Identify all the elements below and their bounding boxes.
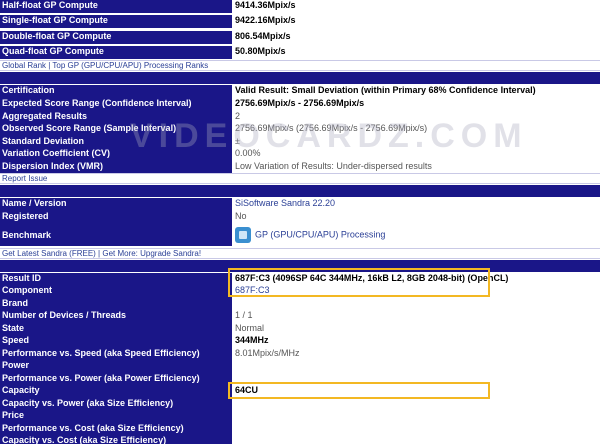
get-sandra-link[interactable]: Get Latest Sandra (FREE) | Get More: Upg… [0, 248, 600, 259]
device-label: Number of Devices / Threads [0, 310, 232, 323]
device-value [232, 360, 600, 373]
cert-label: Expected Score Range (Confidence Interva… [0, 98, 232, 111]
name-label: Name / Version [0, 198, 232, 211]
device-label: Power [0, 360, 232, 373]
gp-row-double: Double-float GP Compute 806.54Mpix/s [0, 31, 600, 44]
device-label: Price [0, 410, 232, 423]
cert-row: Certification Valid Result: Small Deviat… [0, 85, 600, 98]
device-value: 1 / 1 [232, 310, 600, 323]
rank-links[interactable]: Global Rank | Top GP (GPU/CPU/APU) Proce… [0, 60, 600, 71]
device-value: 344MHz [232, 335, 600, 348]
gp-label: Quad-float GP Compute [0, 46, 232, 59]
gp-value: 806.54Mpix/s [232, 31, 600, 44]
device-row: Price [0, 410, 600, 423]
kkj-logo-domain: KKJ.CN [539, 428, 587, 440]
name-label: Registered [0, 211, 232, 224]
gp-value: 50.80Mpix/s [232, 46, 600, 59]
cert-value: Valid Result: Small Deviation (within Pr… [232, 85, 600, 98]
kkj-logo: 快科技 KKJ.CN [530, 396, 596, 440]
name-row: Registered No [0, 211, 600, 224]
benchmark-link[interactable]: GP (GPU/CPU/APU) Processing [232, 224, 600, 246]
name-label: Benchmark [0, 224, 232, 246]
name-row: Name / Version SiSoftware Sandra 22.20 [0, 198, 600, 211]
report-issue-link[interactable]: Report Issue [0, 173, 600, 184]
benchmark-row: Benchmark GP (GPU/CPU/APU) Processing [0, 224, 600, 246]
gp-row-half: Half-float GP Compute 9414.36Mpix/s [0, 0, 600, 13]
device-row: Number of Devices / Threads 1 / 1 [0, 310, 600, 323]
sandra-benchmark-icon [235, 227, 251, 243]
cert-label: Certification [0, 85, 232, 98]
benchmark-label: GP (GPU/CPU/APU) Processing [255, 229, 386, 240]
capacity-highlight [228, 382, 490, 399]
result-id-highlight [228, 268, 490, 297]
device-label: Component [0, 285, 232, 298]
kkj-logo-text: 快科技 [529, 401, 596, 426]
cert-row: Expected Score Range (Confidence Interva… [0, 98, 600, 111]
gp-value: 9422.16Mpix/s [232, 15, 600, 28]
device-row: Capacity vs. Cost (aka Size Efficiency) [0, 435, 600, 444]
gp-label: Double-float GP Compute [0, 31, 232, 44]
device-label: Capacity [0, 385, 232, 398]
gp-value: 9414.36Mpix/s [232, 0, 600, 13]
gp-label: Half-float GP Compute [0, 0, 232, 13]
gp-row-quad: Quad-float GP Compute 50.80Mpix/s [0, 46, 600, 59]
gp-row-single: Single-float GP Compute 9422.16Mpix/s [0, 15, 600, 28]
videocardz-watermark: VIDEOCARDZ.COM [130, 117, 528, 155]
device-row: Power [0, 360, 600, 373]
device-row: Speed 344MHz [0, 335, 600, 348]
name-value[interactable]: SiSoftware Sandra 22.20 [232, 198, 600, 211]
section-header [0, 185, 600, 197]
gp-label: Single-float GP Compute [0, 15, 232, 28]
device-label: Capacity vs. Cost (aka Size Efficiency) [0, 435, 232, 444]
cert-value: 2756.69Mpix/s - 2756.69Mpix/s [232, 98, 600, 111]
device-label: Speed [0, 335, 232, 348]
section-header [0, 72, 600, 84]
name-value: No [232, 211, 600, 224]
